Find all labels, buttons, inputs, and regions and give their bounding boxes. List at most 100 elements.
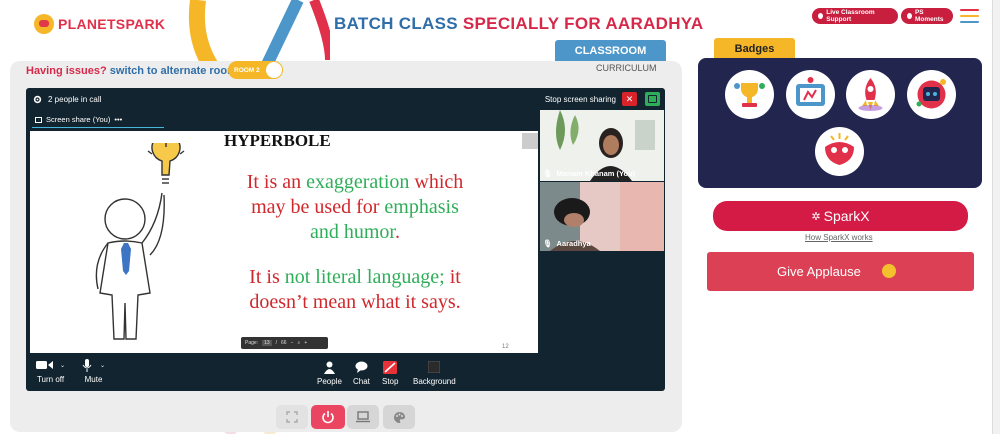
participant-name-student: Aaradhya bbox=[556, 239, 591, 248]
slide-line-1: It is an exaggeration which bbox=[190, 171, 520, 194]
screen-button[interactable] bbox=[347, 405, 379, 429]
zoom-out-icon[interactable]: − bbox=[291, 340, 294, 346]
mask-badge-icon[interactable] bbox=[815, 127, 864, 176]
pager-label: Page: bbox=[245, 340, 259, 346]
sparkx-label: SparkX bbox=[823, 208, 870, 224]
ps-moments-label: PS Moments bbox=[914, 9, 944, 23]
slide-scroll-handle[interactable] bbox=[522, 133, 538, 149]
hands-badge-icon[interactable] bbox=[786, 70, 835, 119]
mic-options-chevron-icon[interactable]: ⌄ bbox=[100, 362, 105, 369]
people-button[interactable]: People bbox=[317, 360, 342, 386]
give-applause-button[interactable]: Give Applause bbox=[707, 252, 974, 291]
palette-icon bbox=[393, 411, 405, 423]
slide-line-1-b: exaggeration bbox=[306, 171, 410, 193]
thinking-figure-illustration bbox=[95, 143, 185, 340]
turn-off-camera-button[interactable]: ⌄ Turn off bbox=[36, 358, 65, 384]
logo-text: PLANETSPARK bbox=[58, 16, 166, 32]
background-icon bbox=[428, 360, 441, 374]
room-toggle[interactable]: ROOM 2 bbox=[228, 61, 283, 79]
participant-label-teacher: 🎙 Mariam Khanam (You) bbox=[543, 169, 635, 178]
stop-sharing-label: Stop screen sharing bbox=[544, 94, 616, 104]
participant-tile-student[interactable]: 🎙 Aaradhya bbox=[540, 182, 664, 251]
mic-icon: 🎙 bbox=[543, 239, 553, 248]
live-support-label: Live Classroom Support bbox=[826, 9, 875, 23]
slide-title: HYPERBOLE bbox=[224, 131, 331, 150]
slide-line-4-a: It is bbox=[249, 266, 285, 288]
laptop-icon bbox=[356, 411, 370, 423]
camera-icon: ⌄ bbox=[36, 358, 65, 372]
slide-line-3: and humor. bbox=[190, 221, 520, 244]
pager-separator: / bbox=[275, 340, 278, 346]
page-scrollbar[interactable] bbox=[992, 0, 1000, 434]
slide-number: 12 bbox=[502, 344, 509, 350]
slide-line-1-a: It is an bbox=[246, 171, 307, 193]
sparkx-gear-icon: ✲ bbox=[811, 210, 821, 223]
participant-label-student: 🎙 Aaradhya bbox=[543, 239, 591, 248]
whiteboard-button[interactable] bbox=[383, 405, 415, 429]
chat-button[interactable]: Chat bbox=[353, 360, 370, 386]
background-label: Background bbox=[413, 377, 456, 386]
stop-share-icon bbox=[383, 360, 398, 374]
gear-icon[interactable] bbox=[33, 95, 42, 104]
mute-button[interactable]: ⌄ Mute bbox=[82, 358, 105, 384]
stop-sharing-button[interactable]: ✕ bbox=[622, 92, 637, 106]
pager-total: 66 bbox=[281, 340, 287, 346]
slide-line-3-dot: . bbox=[395, 221, 400, 243]
slide-line-2-b: emphasis bbox=[384, 196, 459, 218]
planetspark-logo[interactable]: PLANETSPARK bbox=[34, 14, 165, 34]
slide-line-2-a: may be used for bbox=[251, 196, 385, 218]
clapping-hands-icon bbox=[882, 264, 896, 278]
moments-icon bbox=[907, 13, 912, 19]
pager-current-input[interactable]: 13 bbox=[262, 340, 272, 346]
how-sparkx-works-link[interactable]: How SparkX works bbox=[805, 233, 873, 242]
toggle-knob bbox=[266, 62, 282, 78]
participant-tile-teacher[interactable]: 🎙 Mariam Khanam (You) bbox=[540, 110, 664, 181]
tab-screen-share[interactable]: Screen share (You) ••• bbox=[32, 112, 164, 128]
power-icon bbox=[322, 411, 334, 424]
layout-button[interactable] bbox=[645, 92, 660, 106]
slide-line-1-c: which bbox=[409, 171, 464, 193]
support-icon bbox=[818, 13, 824, 19]
zoom-in-icon[interactable]: + bbox=[304, 340, 307, 346]
fullscreen-icon bbox=[286, 411, 298, 423]
issue-question: Having issues? bbox=[26, 65, 107, 77]
menu-icon[interactable] bbox=[960, 9, 979, 23]
mic-icon: 🎙 bbox=[543, 169, 553, 178]
video-call-window: 2 people in call Stop screen sharing ✕ S… bbox=[26, 88, 665, 391]
switch-room-link[interactable]: switch to alternate room bbox=[110, 65, 237, 77]
trophy-badge-icon[interactable] bbox=[725, 70, 774, 119]
robot-badge-icon[interactable] bbox=[907, 70, 956, 119]
give-applause-label: Give Applause bbox=[777, 264, 861, 279]
issue-bar: Having issues? switch to alternate room bbox=[26, 65, 237, 77]
shared-slide: HYPERBOLE It is an exaggeration which ma… bbox=[30, 131, 538, 353]
background-button[interactable]: Background bbox=[413, 360, 456, 386]
participant-name-teacher: Mariam Khanam (You) bbox=[556, 169, 636, 178]
slide-line-4: It is not literal language; it bbox=[190, 266, 520, 289]
rocket-badge-icon[interactable] bbox=[846, 70, 895, 119]
more-options-icon[interactable]: ••• bbox=[114, 115, 122, 124]
tab-curriculum[interactable]: CURRICULUM bbox=[596, 63, 657, 73]
slide-line-5: doesn’t mean what it says. bbox=[249, 291, 461, 313]
page-title: BATCH CLASS SPECIALLY FOR AARADHYA bbox=[334, 14, 703, 34]
tab-classroom[interactable]: CLASSROOM bbox=[555, 40, 666, 62]
logo-mark-icon bbox=[34, 14, 54, 34]
badges-title: Badges bbox=[714, 38, 795, 60]
ps-moments-button[interactable]: PS Moments bbox=[901, 8, 953, 24]
fullscreen-button[interactable] bbox=[276, 405, 308, 429]
leave-button[interactable] bbox=[311, 405, 345, 429]
stop-share-button[interactable]: Stop bbox=[382, 360, 398, 386]
live-support-button[interactable]: Live Classroom Support bbox=[812, 8, 898, 24]
page-title-part2: SPECIALLY FOR AARADHYA bbox=[462, 14, 704, 33]
camera-options-chevron-icon[interactable]: ⌄ bbox=[60, 362, 65, 369]
call-top-bar: 2 people in call Stop screen sharing ✕ bbox=[26, 88, 665, 110]
people-label: People bbox=[317, 377, 342, 386]
room-toggle-label: ROOM 2 bbox=[234, 66, 260, 74]
people-count: 2 people in call bbox=[48, 94, 102, 104]
zoom-search-icon[interactable]: ⌕ bbox=[298, 340, 301, 346]
layout-icon bbox=[648, 95, 657, 103]
people-icon bbox=[323, 360, 335, 374]
chat-label: Chat bbox=[353, 377, 370, 386]
slide-line-4-b: not literal language; bbox=[284, 266, 445, 288]
slide-pager: Page: 13 / 66 − ⌕ + bbox=[241, 337, 328, 349]
sparkx-button[interactable]: ✲ SparkX bbox=[713, 201, 968, 231]
